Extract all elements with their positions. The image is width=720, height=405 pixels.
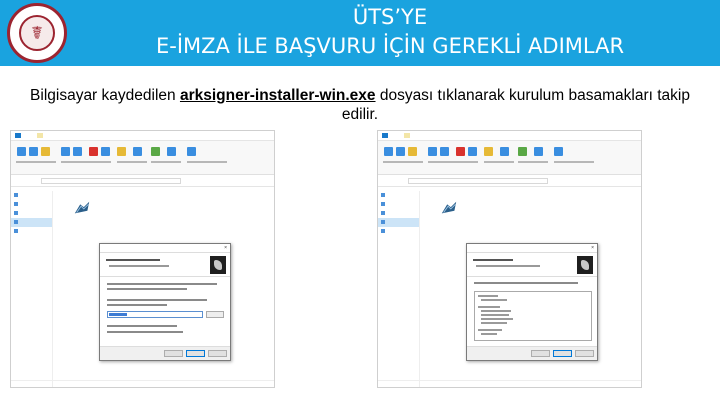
explorer-ribbon-tabs	[11, 131, 274, 141]
instruction-text-before: Bilgisayar kaydedilen	[30, 87, 180, 104]
cancel-button[interactable]	[575, 350, 594, 357]
institution-seal-icon: ☤	[7, 3, 67, 63]
screenshot-install-folder-step: ×	[10, 130, 275, 388]
slide: ☤ ÜTS’YE E-İMZA İLE BAŞVURU İÇİN GEREKLİ…	[0, 0, 720, 405]
dialog-title-bar: ×	[100, 244, 230, 253]
open-icon	[534, 147, 543, 156]
arksigner-logo-icon	[210, 256, 226, 274]
nav-item-selected[interactable]	[11, 218, 52, 227]
browse-button[interactable]	[206, 311, 224, 318]
nav-item[interactable]	[11, 200, 52, 209]
dialog-footer	[467, 346, 597, 360]
nav-item[interactable]	[378, 227, 419, 236]
dialog-header	[100, 253, 230, 277]
properties-icon	[518, 147, 527, 156]
new-item-icon	[500, 147, 509, 156]
nav-item[interactable]	[11, 209, 52, 218]
dialog-body	[100, 277, 230, 347]
new-folder-icon	[484, 147, 493, 156]
paste-icon	[408, 147, 417, 156]
next-button[interactable]	[186, 350, 205, 357]
address-bar[interactable]	[11, 175, 274, 187]
close-icon[interactable]: ×	[224, 245, 227, 251]
nav-item[interactable]	[378, 200, 419, 209]
copy-icon	[29, 147, 38, 156]
explorer-status-bar	[11, 380, 274, 387]
ribbon-tab-file	[382, 133, 388, 138]
new-item-icon	[133, 147, 142, 156]
move-icon	[428, 147, 437, 156]
ribbon-tab-manage	[404, 133, 410, 138]
nav-item-selected[interactable]	[378, 218, 419, 227]
nav-item[interactable]	[378, 209, 419, 218]
nav-item[interactable]	[378, 191, 419, 200]
rename-icon	[101, 147, 110, 156]
page-title-line2: E-İMZA İLE BAŞVURU İÇİN GEREKLİ ADIMLAR	[155, 34, 625, 58]
nav-item[interactable]	[11, 191, 52, 200]
dialog-header	[467, 253, 597, 277]
delete-icon	[89, 147, 98, 156]
ready-to-install-dialog: ×	[466, 243, 598, 361]
properties-icon	[151, 147, 160, 156]
nav-item[interactable]	[11, 227, 52, 236]
back-button[interactable]	[531, 350, 550, 357]
screenshot-ready-to-install-step: ×	[377, 130, 642, 388]
new-folder-icon	[117, 147, 126, 156]
instruction-text-after: dosyası tıklanarak kurulum basamakları t…	[341, 87, 690, 123]
dialog-footer	[100, 346, 230, 360]
install-folder-dialog: ×	[99, 243, 231, 361]
back-button[interactable]	[164, 350, 183, 357]
close-icon[interactable]: ×	[591, 245, 594, 251]
select-all-icon	[187, 147, 196, 156]
navigation-pane	[11, 191, 53, 387]
ribbon-tab-manage	[37, 133, 43, 138]
cancel-button[interactable]	[208, 350, 227, 357]
explorer-status-bar	[378, 380, 641, 387]
open-icon	[167, 147, 176, 156]
installer-filename: arksigner-installer-win.exe	[179, 87, 376, 104]
navigation-pane	[378, 191, 420, 387]
ribbon-tab-file	[15, 133, 21, 138]
header-bar: ☤ ÜTS’YE E-İMZA İLE BAŞVURU İÇİN GEREKLİ…	[0, 0, 720, 66]
page-title-line1: ÜTS’YE	[352, 5, 428, 29]
install-summary-textbox[interactable]	[474, 291, 592, 341]
arksigner-logo-icon	[577, 256, 593, 274]
copy-icon	[396, 147, 405, 156]
copy-to-icon	[440, 147, 449, 156]
address-bar[interactable]	[378, 175, 641, 187]
explorer-ribbon	[11, 141, 274, 175]
pin-icon	[384, 147, 393, 156]
dialog-body	[467, 277, 597, 347]
rename-icon	[468, 147, 477, 156]
installer-file-icon[interactable]	[73, 199, 91, 217]
install-path-input[interactable]	[107, 311, 203, 318]
install-button[interactable]	[553, 350, 572, 357]
copy-to-icon	[73, 147, 82, 156]
dialog-title-bar: ×	[467, 244, 597, 253]
delete-icon	[456, 147, 465, 156]
move-icon	[61, 147, 70, 156]
select-all-icon	[554, 147, 563, 156]
pin-icon	[17, 147, 26, 156]
paste-icon	[41, 147, 50, 156]
instruction-text: Bilgisayar kaydedilen arksigner-installe…	[20, 86, 700, 124]
explorer-ribbon	[378, 141, 641, 175]
installer-file-icon[interactable]	[440, 199, 458, 217]
explorer-ribbon-tabs	[378, 131, 641, 141]
